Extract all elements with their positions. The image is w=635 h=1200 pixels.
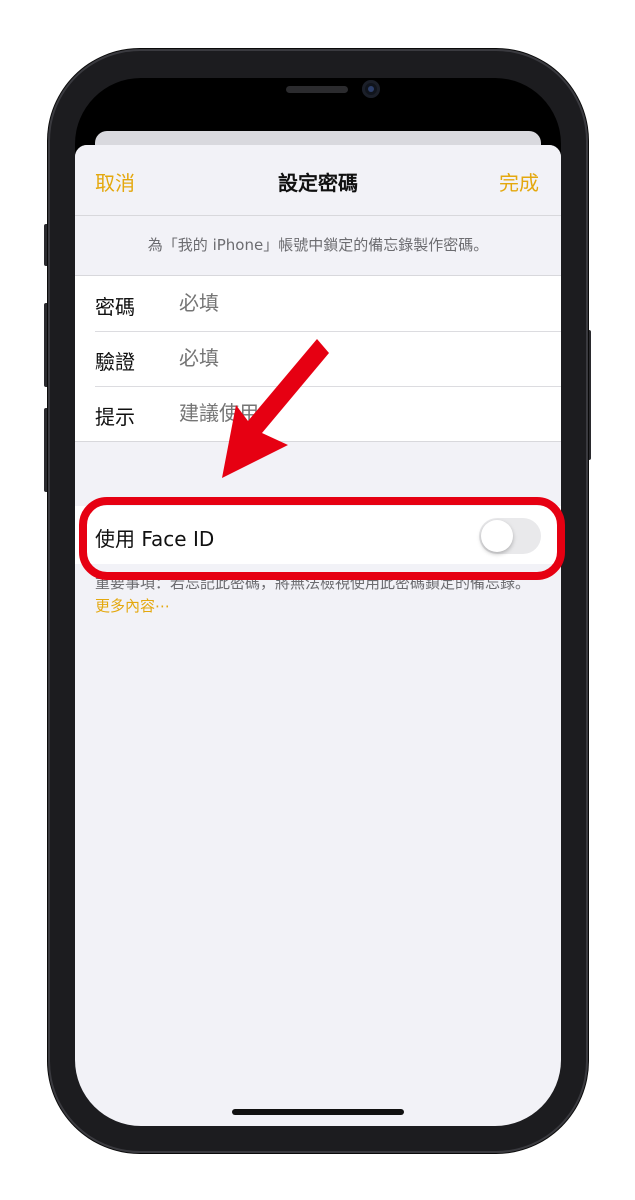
- annotation-arrow-icon: [222, 339, 329, 478]
- red-arrow-shape: [222, 339, 329, 478]
